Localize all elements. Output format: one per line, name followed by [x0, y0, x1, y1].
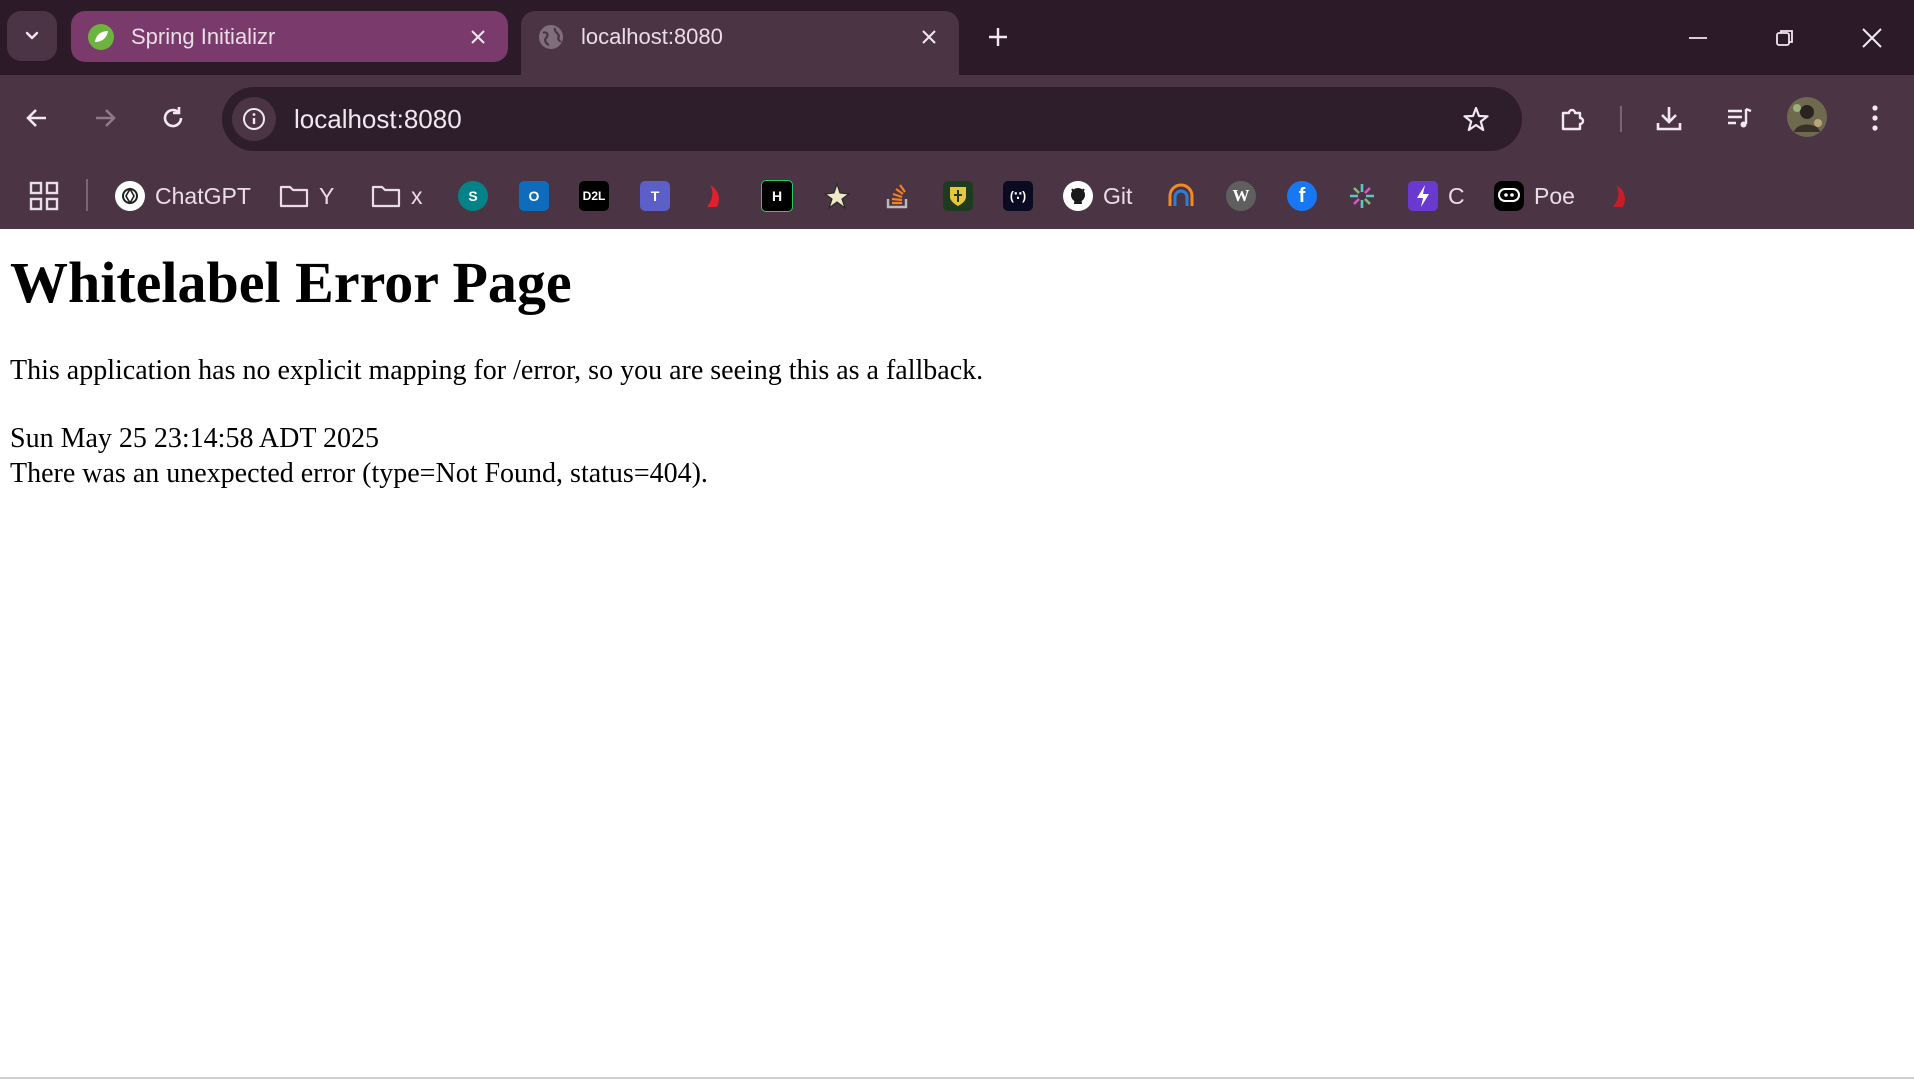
spring-leaf-icon	[87, 23, 115, 51]
close-icon	[1862, 28, 1882, 48]
bookmark-red-swoosh[interactable]	[700, 178, 730, 214]
error-timestamp: Sun May 25 23:14:58 ADT 2025	[10, 423, 379, 455]
arrow-left-icon	[26, 109, 46, 127]
tab-title: localhost:8080	[581, 24, 723, 49]
bookmark-crest[interactable]	[943, 178, 973, 214]
bookmarks-bar: ChatGPT Y x S O D2L T H (∵) Git W f C Po…	[0, 162, 1914, 229]
bookmark-freecodecamp[interactable]: (∵)	[1003, 178, 1033, 214]
menu-button[interactable]	[1853, 96, 1897, 140]
arch-icon	[1166, 181, 1196, 211]
bookmark-wikipedia[interactable]: W	[1226, 178, 1256, 214]
sparkle-icon	[1347, 181, 1377, 211]
error-status-text: There was an unexpected error (type=Not …	[10, 458, 708, 490]
bookmark-label: Git	[1103, 182, 1133, 209]
restore-icon	[1776, 30, 1793, 46]
bookmark-star-icon[interactable]	[1454, 97, 1498, 141]
url-text[interactable]: localhost:8080	[294, 104, 1454, 135]
bookmark-d2l[interactable]: D2L	[579, 178, 609, 214]
reload-button[interactable]	[151, 96, 195, 140]
puzzle-icon	[1561, 108, 1585, 131]
download-icon	[1656, 107, 1682, 131]
teams-icon: T	[640, 181, 670, 211]
tab-title: Spring Initializr	[131, 23, 276, 49]
extensions-button[interactable]	[1551, 96, 1595, 140]
bookmark-outlook[interactable]: O	[519, 178, 549, 214]
error-details: Sun May 25 23:14:58 ADT 2025 There was a…	[10, 421, 1904, 491]
bookmark-label: ChatGPT	[155, 182, 251, 209]
music-queue-icon	[1728, 107, 1752, 128]
new-tab-button[interactable]	[981, 20, 1015, 54]
bolt-icon	[1408, 181, 1438, 211]
red-swoosh-icon	[700, 181, 730, 211]
d2l-icon: D2L	[579, 181, 609, 211]
outlook-icon: O	[519, 181, 549, 211]
plus-icon	[989, 28, 1007, 46]
close-icon[interactable]	[915, 23, 943, 51]
reload-icon	[163, 107, 183, 128]
bookmark-hackerrank[interactable]: H	[761, 178, 793, 214]
more-vertical-icon	[1872, 105, 1878, 131]
bookmark-arch[interactable]	[1166, 178, 1196, 214]
minimize-icon	[1689, 37, 1707, 39]
chevron-down-icon	[25, 31, 39, 40]
wikipedia-icon: W	[1226, 181, 1256, 211]
tab-search-button[interactable]	[7, 11, 57, 61]
page-title: Whitelabel Error Page	[10, 250, 572, 315]
close-window-button[interactable]	[1842, 14, 1902, 62]
folder-icon	[371, 181, 401, 211]
bookmark-poe[interactable]: Poe	[1494, 178, 1575, 214]
freecodecamp-icon: (∵)	[1003, 181, 1033, 211]
bookmark-label: Y	[319, 182, 335, 209]
bookmark-label: x	[411, 182, 423, 209]
apps-grid-icon[interactable]	[28, 180, 60, 212]
github-icon	[1063, 181, 1093, 211]
minimize-button[interactable]	[1668, 14, 1728, 62]
facebook-icon: f	[1287, 181, 1317, 211]
back-button[interactable]	[15, 96, 59, 140]
bookmarks-divider	[86, 179, 88, 211]
arrow-right-icon	[96, 109, 116, 127]
tab-strip: Spring Initializr localhost:8080	[0, 0, 1914, 75]
crest-icon	[943, 181, 973, 211]
toolbar: localhost:8080	[0, 75, 1914, 162]
bookmark-red-swoosh-2[interactable]	[1606, 178, 1636, 214]
bookmark-bolt[interactable]: C	[1408, 178, 1465, 214]
site-info-icon[interactable]	[232, 97, 276, 141]
bookmark-teams[interactable]: T	[640, 178, 670, 214]
sharepoint-icon: S	[458, 181, 488, 211]
bookmark-sparkle[interactable]	[1347, 178, 1377, 214]
bookmark-folder-y[interactable]: Y	[279, 178, 334, 214]
tab-spring-initializr[interactable]: Spring Initializr	[71, 11, 508, 62]
address-bar[interactable]: localhost:8080	[222, 87, 1522, 151]
bookmark-label: Poe	[1534, 182, 1575, 209]
poe-icon	[1494, 181, 1524, 211]
bookmark-chatgpt[interactable]: ChatGPT	[115, 178, 251, 214]
chatgpt-icon	[115, 181, 145, 211]
bookmark-label: C	[1448, 182, 1465, 209]
globe-icon	[537, 23, 565, 51]
stackoverflow-icon	[882, 181, 912, 211]
page-content: Whitelabel Error Page This application h…	[0, 251, 1914, 491]
star-burst-icon	[822, 181, 852, 211]
restore-button[interactable]	[1755, 14, 1815, 62]
bookmark-folder-x[interactable]: x	[371, 178, 423, 214]
bookmark-stackoverflow[interactable]	[882, 178, 912, 214]
red-swoosh-icon	[1606, 181, 1636, 211]
tab-localhost[interactable]: localhost:8080	[521, 11, 959, 75]
folder-icon	[279, 181, 309, 211]
browser-chrome: Spring Initializr localhost:8080 localho…	[0, 0, 1914, 229]
error-explanation: This application has no explicit mapping…	[10, 354, 984, 386]
profile-avatar[interactable]	[1785, 95, 1829, 139]
bookmark-github[interactable]: Git	[1063, 178, 1132, 214]
forward-button[interactable]	[83, 96, 127, 140]
close-icon[interactable]	[464, 23, 492, 51]
bookmark-facebook[interactable]: f	[1287, 178, 1317, 214]
avatar	[1787, 97, 1827, 137]
bookmark-star-burst[interactable]	[822, 178, 852, 214]
toolbar-divider	[1620, 106, 1622, 132]
hackerrank-icon: H	[761, 180, 793, 212]
downloads-button[interactable]	[1647, 96, 1691, 140]
bookmark-sharepoint[interactable]: S	[458, 178, 488, 214]
media-controls-button[interactable]	[1717, 96, 1761, 140]
